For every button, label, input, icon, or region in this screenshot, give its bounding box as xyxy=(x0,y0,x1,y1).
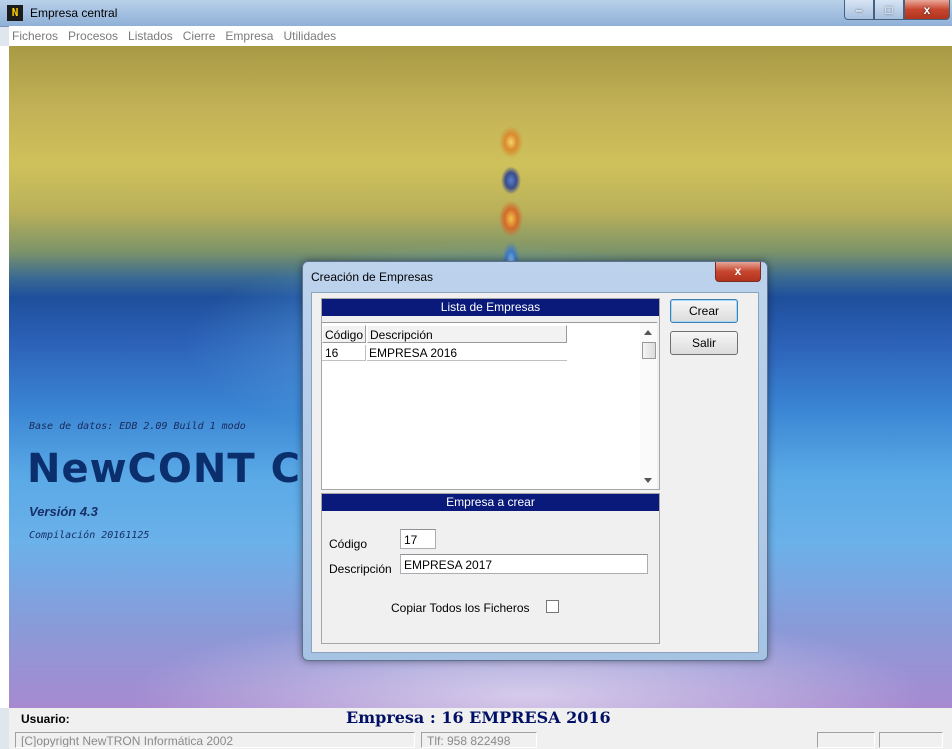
scroll-thumb[interactable] xyxy=(642,342,656,359)
menu-ficheros[interactable]: Ficheros xyxy=(9,29,63,43)
copiar-ficheros-checkbox[interactable] xyxy=(546,600,559,613)
salir-button[interactable]: Salir xyxy=(670,331,738,355)
close-icon: x xyxy=(734,264,742,278)
usuario-label: Usuario: xyxy=(21,712,70,726)
menu-empresa[interactable]: Empresa xyxy=(220,29,278,43)
descripcion-label: Descripción xyxy=(329,562,392,576)
empresa-a-crear-group: Empresa a crear Código 17 Descripción EM… xyxy=(321,493,660,644)
menu-utilidades[interactable]: Utilidades xyxy=(278,29,341,43)
build-info: Compilación 20161125 xyxy=(29,530,150,541)
close-button[interactable]: x xyxy=(904,0,950,20)
codigo-input[interactable]: 17 xyxy=(400,529,436,549)
menu-listados[interactable]: Listados xyxy=(123,29,178,43)
app-name: NewCONT C xyxy=(27,446,301,492)
empresa-status: Empresa : 16 EMPRESA 2016 xyxy=(346,708,611,727)
crear-button[interactable]: Crear xyxy=(670,299,738,323)
menu-cierre[interactable]: Cierre xyxy=(178,29,221,43)
database-info: Base de datos: EDB 2.09 Build 1 modo xyxy=(29,421,246,432)
copiar-ficheros-label: Copiar Todos los Ficheros xyxy=(391,601,530,615)
list-scrollbar[interactable] xyxy=(640,323,657,489)
scroll-up-arrow-icon[interactable] xyxy=(644,330,652,335)
copyright-panel: [C]opyright NewTRON Informática 2002 xyxy=(15,732,415,748)
dialog-body: Lista de Empresas Código Descripción 16 … xyxy=(311,292,759,653)
status-bar-bottom: [C]opyright NewTRON Informática 2002 Tlf… xyxy=(9,730,952,749)
row-descripcion[interactable]: EMPRESA 2016 xyxy=(367,345,567,361)
empresas-list[interactable]: Código Descripción 16 EMPRESA 2016 xyxy=(322,322,657,489)
minimize-button[interactable]: – xyxy=(844,0,874,20)
dialog-close-button[interactable]: x xyxy=(715,262,761,282)
descripcion-input[interactable]: EMPRESA 2017 xyxy=(400,554,648,574)
column-header-codigo[interactable]: Código xyxy=(322,325,366,343)
lista-empresas-header: Lista de Empresas xyxy=(322,299,659,316)
window-title: Empresa central xyxy=(30,6,118,20)
creacion-empresas-dialog: Creación de Empresas x Lista de Empresas… xyxy=(302,261,768,661)
app-version: Versión 4.3 xyxy=(29,504,98,519)
empresa-a-crear-header: Empresa a crear xyxy=(322,494,659,511)
phone-panel: Tlf: 958 822498 xyxy=(421,732,537,748)
minimize-icon: – xyxy=(855,2,863,17)
title-bar[interactable]: N Empresa central – □ x xyxy=(0,0,952,27)
status-panel-empty-2 xyxy=(879,732,943,748)
codigo-label: Código xyxy=(329,537,368,551)
column-header-descripcion[interactable]: Descripción xyxy=(367,325,567,343)
dialog-title: Creación de Empresas xyxy=(311,270,434,284)
maximize-button[interactable]: □ xyxy=(874,0,904,20)
status-panel-empty-1 xyxy=(817,732,875,748)
status-bar-top: Usuario: Empresa : 16 EMPRESA 2016 xyxy=(9,708,952,730)
row-codigo[interactable]: 16 xyxy=(322,345,366,361)
menu-procesos[interactable]: Procesos xyxy=(63,29,123,43)
window-border xyxy=(0,46,9,708)
app-icon[interactable]: N xyxy=(7,5,23,21)
lista-empresas-group: Lista de Empresas Código Descripción 16 … xyxy=(321,298,660,490)
maximize-icon: □ xyxy=(885,2,893,17)
close-icon: x xyxy=(923,2,931,17)
menu-bar: Ficheros Procesos Listados Cierre Empres… xyxy=(9,26,952,46)
scroll-down-arrow-icon[interactable] xyxy=(644,478,652,483)
